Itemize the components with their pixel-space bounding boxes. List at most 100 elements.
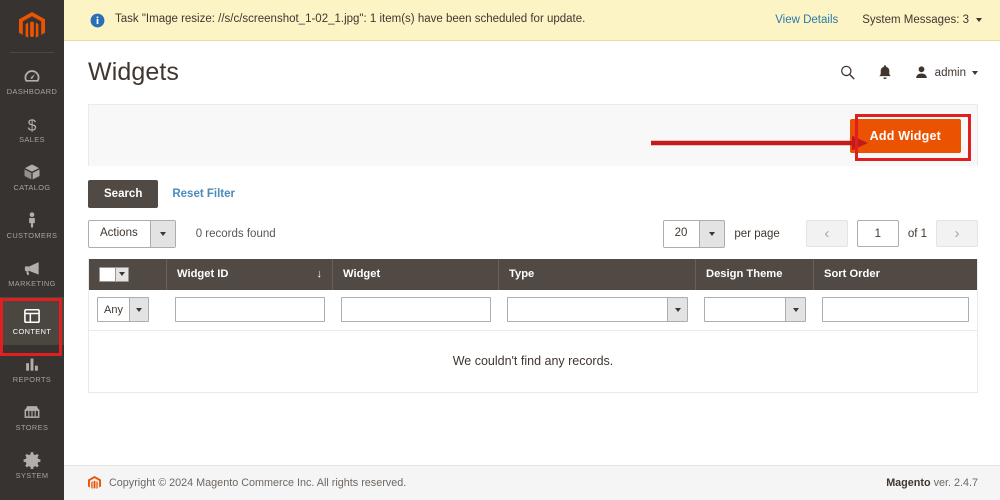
person-icon	[29, 212, 35, 228]
chevron-down-icon	[972, 70, 978, 75]
previous-page-button[interactable]: ‹	[805, 220, 848, 248]
page-actions-toolbar: Add Widget	[88, 104, 978, 166]
filter-cell-design-theme	[696, 297, 814, 323]
page-content: Add Widget Search Reset Filter Actions 0…	[64, 104, 1000, 465]
sidebar-item-catalog[interactable]: CATALOG	[0, 153, 64, 201]
column-header-design-theme[interactable]: Design Theme	[696, 258, 814, 290]
massaction-filter-value: Any	[104, 303, 123, 316]
sidebar-item-label: MARKETING	[8, 279, 56, 289]
sidebar-item-stores[interactable]: STORES	[0, 393, 64, 441]
column-header-massaction[interactable]	[89, 258, 167, 290]
magento-logo-icon	[19, 12, 45, 38]
page-header: Widgets admin	[64, 41, 1000, 104]
sidebar-item-label: STORES	[15, 423, 49, 433]
page-title: Widgets	[88, 58, 180, 86]
magento-logo-icon	[88, 476, 101, 489]
system-messages-label: System Messages: 3	[862, 14, 969, 26]
version-text: ver. 2.4.7	[933, 477, 978, 489]
bell-icon	[879, 65, 891, 80]
reset-filter-link[interactable]: Reset Filter	[172, 188, 235, 200]
footer-left: Copyright © 2024 Magento Commerce Inc. A…	[88, 476, 406, 490]
sidebar-item-label: CATALOG	[13, 183, 51, 193]
type-filter-select[interactable]	[507, 297, 688, 323]
bar-chart-icon	[26, 358, 38, 371]
user-avatar-icon	[915, 66, 927, 78]
notifications-button[interactable]	[878, 64, 892, 81]
sort-descending-icon: ↓	[316, 268, 323, 281]
widget-filter-input[interactable]	[341, 297, 491, 323]
store-icon	[24, 406, 40, 419]
filter-cell-massaction: Any	[89, 297, 167, 323]
filter-cell-type	[499, 297, 696, 323]
page-footer: Copyright © 2024 Magento Commerce Inc. A…	[64, 465, 1000, 500]
column-header-sort-order[interactable]: Sort Order	[814, 259, 977, 290]
chevron-down-icon	[667, 298, 687, 322]
footer-right: Magento ver. 2.4.7	[886, 477, 978, 489]
system-notification-bar: Task "Image resize: //s/c/screenshot_1-0…	[64, 0, 1000, 41]
sidebar-item-dashboard[interactable]: DASHBOARD	[0, 57, 64, 105]
view-details-link[interactable]: View Details	[775, 14, 838, 26]
annotation-arrow	[651, 135, 868, 151]
sort-order-filter-input[interactable]	[822, 297, 969, 323]
sidebar-item-label: SALES	[19, 135, 45, 145]
column-header-widget-id[interactable]: Widget ID ↓	[167, 258, 333, 290]
sidebar-item-customers[interactable]: CUSTOMERS	[0, 201, 64, 249]
actions-dropdown[interactable]: Actions	[88, 220, 176, 248]
megaphone-icon	[24, 262, 39, 276]
sidebar-item-label: DASHBOARD	[6, 87, 58, 97]
sidebar-item-sales[interactable]: $ SALES	[0, 105, 64, 153]
info-icon	[90, 13, 105, 27]
add-widget-button[interactable]: Add Widget	[849, 118, 961, 153]
search-button[interactable]: Search	[88, 180, 159, 208]
pagination-controls: 20 per page ‹ of 1 ›	[662, 220, 978, 248]
sidebar-divider	[10, 52, 54, 53]
brand-name: Magento	[886, 477, 931, 489]
notification-message: Task "Image resize: //s/c/screenshot_1-0…	[115, 13, 586, 26]
sidebar-item-system[interactable]: SYSTEM	[0, 441, 64, 489]
magento-logo[interactable]	[0, 0, 64, 52]
records-found-text: 0 records found	[195, 227, 276, 240]
checkbox-icon	[100, 267, 115, 281]
chevron-down-icon	[785, 298, 805, 322]
main-area: Task "Image resize: //s/c/screenshot_1-0…	[64, 0, 1000, 500]
column-header-type[interactable]: Type	[499, 258, 696, 290]
dashboard-icon	[24, 70, 40, 82]
system-messages-dropdown[interactable]: System Messages: 3	[862, 14, 982, 26]
per-page-label: per page	[734, 227, 780, 240]
sidebar-item-content[interactable]: CONTENT	[0, 297, 64, 345]
search-button[interactable]	[839, 64, 856, 81]
next-page-button[interactable]: ›	[936, 220, 978, 248]
user-name: admin	[934, 66, 966, 79]
grid-empty-message: We couldn't find any records.	[89, 330, 977, 392]
gear-icon	[23, 452, 41, 470]
user-menu[interactable]: admin	[914, 65, 978, 80]
dollar-icon: $	[28, 118, 37, 135]
column-label: Widget ID	[177, 268, 229, 281]
layout-icon	[24, 309, 40, 324]
grid-filter-row: Any	[89, 289, 977, 331]
widget-id-filter-input[interactable]	[175, 297, 325, 323]
select-all-checkbox-dropdown[interactable]	[99, 266, 129, 282]
copyright-text: Copyright © 2024 Magento Commerce Inc. A…	[109, 477, 407, 489]
column-label: Widget	[343, 268, 381, 281]
design-theme-filter-select[interactable]	[704, 297, 806, 323]
sidebar-item-marketing[interactable]: MARKETING	[0, 249, 64, 297]
grid-search-toolbar: Search Reset Filter	[88, 166, 978, 208]
chevron-down-icon	[128, 298, 148, 322]
actions-dropdown-label: Actions	[100, 227, 138, 239]
chevron-right-icon: ›	[954, 225, 960, 243]
search-icon	[840, 65, 855, 80]
chevron-left-icon: ‹	[824, 225, 830, 243]
svg-text:$: $	[28, 118, 37, 135]
filter-cell-sort-order	[814, 297, 977, 323]
column-label: Type	[509, 268, 535, 281]
page-number-input[interactable]	[856, 220, 899, 248]
per-page-dropdown[interactable]: 20	[662, 220, 726, 248]
total-pages-label: of 1	[907, 227, 927, 240]
box-icon	[24, 164, 40, 180]
column-header-widget[interactable]: Widget	[333, 258, 499, 290]
massaction-filter-select[interactable]: Any	[97, 297, 149, 323]
column-label: Design Theme	[706, 268, 783, 281]
chevron-down-icon	[115, 267, 128, 281]
sidebar-item-reports[interactable]: REPORTS	[0, 345, 64, 393]
